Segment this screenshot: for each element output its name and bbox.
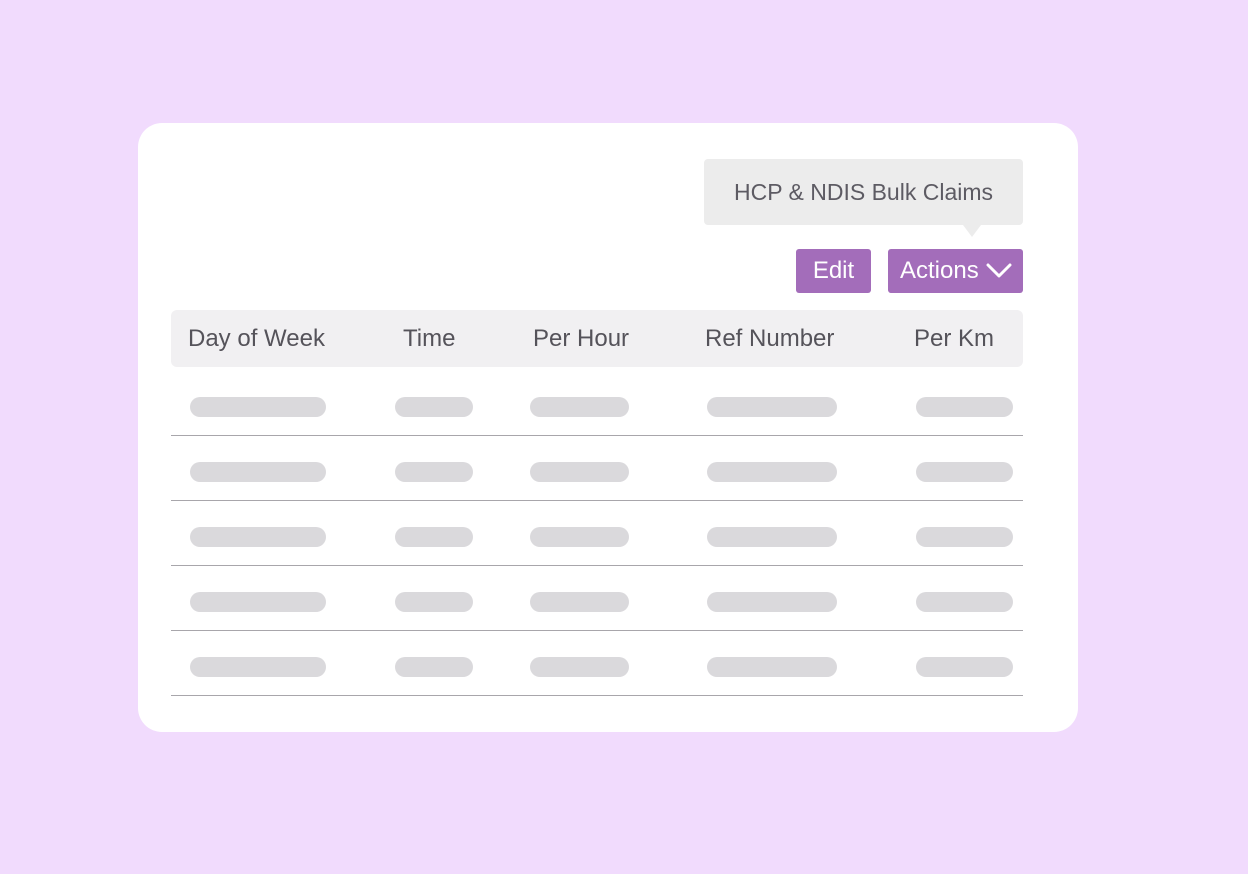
page-background: { "tooltip": { "text": "HCP & NDIS Bulk … bbox=[0, 0, 1248, 874]
column-header-day-of-week[interactable]: Day of Week bbox=[188, 310, 325, 367]
table-row[interactable] bbox=[171, 631, 1023, 696]
table-row[interactable] bbox=[171, 566, 1023, 631]
skeleton-cell bbox=[530, 527, 629, 547]
skeleton-cell bbox=[707, 397, 837, 417]
skeleton-cell bbox=[916, 657, 1013, 677]
skeleton-cell bbox=[916, 592, 1013, 612]
tooltip-text: HCP & NDIS Bulk Claims bbox=[733, 179, 994, 205]
tooltip: HCP & NDIS Bulk Claims bbox=[704, 159, 1023, 225]
skeleton-cell bbox=[190, 397, 326, 417]
skeleton-cell bbox=[395, 527, 473, 547]
skeleton-cell bbox=[395, 397, 473, 417]
skeleton-cell bbox=[530, 592, 629, 612]
column-header-per-hour[interactable]: Per Hour bbox=[533, 310, 629, 367]
skeleton-cell bbox=[707, 462, 837, 482]
column-header-ref-number[interactable]: Ref Number bbox=[705, 310, 834, 367]
table-row[interactable] bbox=[171, 371, 1023, 436]
skeleton-cell bbox=[707, 527, 837, 547]
skeleton-cell bbox=[190, 527, 326, 547]
actions-button-label: Actions bbox=[900, 257, 979, 284]
skeleton-cell bbox=[395, 462, 473, 482]
skeleton-cell bbox=[916, 462, 1013, 482]
table-row[interactable] bbox=[171, 436, 1023, 501]
table-header: Day of Week Time Per Hour Ref Number Per… bbox=[171, 310, 1023, 367]
skeleton-cell bbox=[707, 657, 837, 677]
skeleton-cell bbox=[530, 462, 629, 482]
table-row[interactable] bbox=[171, 501, 1023, 566]
skeleton-cell bbox=[707, 592, 837, 612]
skeleton-cell bbox=[530, 657, 629, 677]
skeleton-cell bbox=[190, 592, 326, 612]
skeleton-cell bbox=[916, 397, 1013, 417]
skeleton-cell bbox=[190, 657, 326, 677]
chevron-down-icon bbox=[986, 263, 1012, 278]
edit-button-label: Edit bbox=[812, 257, 855, 284]
actions-dropdown-button[interactable]: Actions bbox=[888, 249, 1023, 293]
skeleton-cell bbox=[916, 527, 1013, 547]
skeleton-cell bbox=[395, 657, 473, 677]
tooltip-arrow bbox=[963, 225, 981, 237]
edit-button[interactable]: Edit bbox=[796, 249, 871, 293]
skeleton-cell bbox=[395, 592, 473, 612]
skeleton-cell bbox=[530, 397, 629, 417]
column-header-per-km[interactable]: Per Km bbox=[914, 310, 994, 367]
skeleton-cell bbox=[190, 462, 326, 482]
column-header-time[interactable]: Time bbox=[403, 310, 455, 367]
